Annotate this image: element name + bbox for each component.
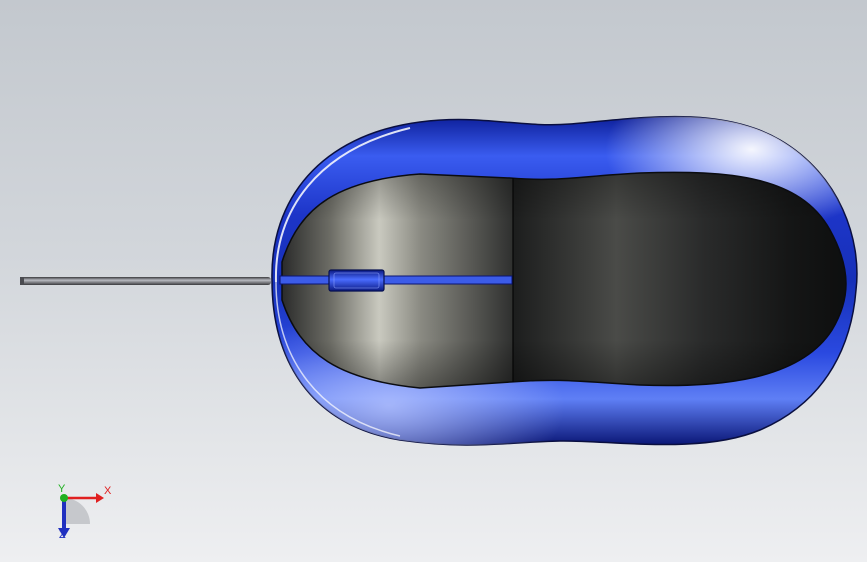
mouse-model[interactable] [0, 0, 867, 562]
axis-y-label: Y [58, 483, 66, 495]
axis-z-label: Z [59, 529, 66, 541]
coordinate-triad: X Y Z [40, 482, 120, 552]
center-slot [279, 275, 513, 285]
axis-x-label: X [104, 485, 112, 497]
mouse-cable [20, 277, 271, 285]
graphics-viewport[interactable]: X Y Z [0, 0, 867, 562]
scroll-wheel[interactable] [328, 269, 385, 292]
